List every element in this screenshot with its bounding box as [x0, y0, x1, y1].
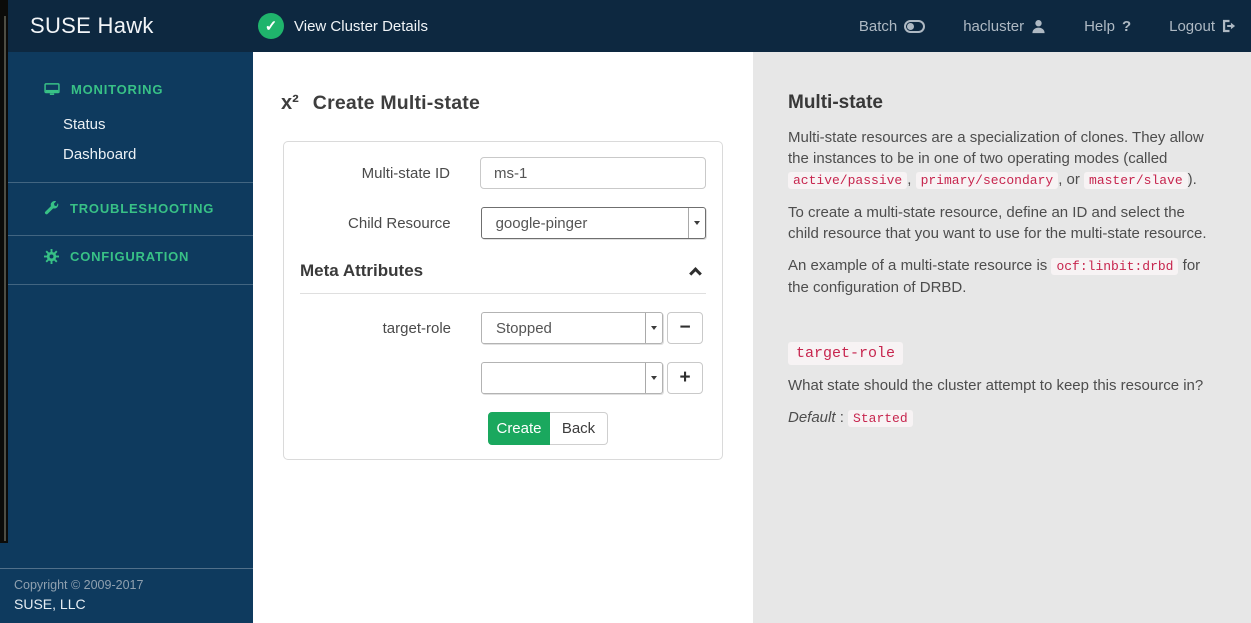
- cluster-status-check-icon: ✓: [258, 13, 284, 39]
- code-master-slave: master/slave: [1084, 172, 1188, 189]
- sidebar-monitoring-label: MONITORING: [71, 81, 164, 97]
- code-target-role: target-role: [788, 342, 904, 365]
- remove-attribute-button[interactable]: −: [667, 312, 703, 344]
- question-icon: ?: [1121, 17, 1132, 35]
- caret-down-icon: [651, 376, 657, 380]
- help-menu[interactable]: Help ?: [1084, 18, 1131, 35]
- target-role-label: target-role: [382, 319, 451, 337]
- code-active-passive: active/passive: [788, 172, 908, 189]
- create-button[interactable]: Create: [488, 412, 550, 445]
- gear-icon: [44, 248, 59, 264]
- child-resource-selected-value: google-pinger: [495, 214, 588, 232]
- hawk-app: SUSE Hawk ✓ View Cluster Details Batch h…: [0, 0, 1251, 623]
- batch-button[interactable]: Batch: [858, 17, 926, 35]
- help-panel: Multi-state Multi-state resources are a …: [753, 52, 1251, 623]
- default-label: Default: [788, 409, 836, 426]
- caret-down-icon: [651, 326, 657, 330]
- view-cluster-details-link[interactable]: ✓ View Cluster Details: [258, 13, 428, 39]
- create-multi-state-form: Multi-state ID Child Resource google-pin…: [283, 141, 723, 460]
- target-role-selected-value: Stopped: [496, 319, 552, 337]
- code-primary-secondary: primary/secondary: [915, 172, 1059, 189]
- help-text: , or: [1058, 171, 1085, 188]
- sidebar-configuration-label: CONFIGURATION: [70, 248, 190, 264]
- user-icon: [1032, 19, 1045, 33]
- help-paragraph-1: Multi-state resources are a specializati…: [788, 127, 1211, 191]
- help-label: Help: [1084, 17, 1115, 35]
- sidebar-section-monitoring[interactable]: MONITORING: [0, 79, 253, 99]
- target-role-help-block: target-role What state should the cluste…: [788, 342, 1211, 429]
- logout-label: Logout: [1169, 17, 1215, 35]
- default-line: Default : Started: [788, 407, 1211, 429]
- brand-logo: SUSE Hawk: [30, 13, 154, 38]
- multi-state-id-label: Multi-state ID: [361, 164, 450, 182]
- page-title-text: Create Multi-state: [312, 92, 481, 114]
- select-caret-box: [645, 363, 662, 393]
- sidebar: MONITORING Status Dashboard TROUBLESHOOT…: [0, 52, 253, 623]
- sidebar-item-status[interactable]: Status: [0, 115, 253, 135]
- form-actions: Create Back: [488, 412, 706, 445]
- batch-toggle-icon: [904, 19, 926, 33]
- child-resource-row: Child Resource google-pinger: [300, 207, 706, 239]
- copyright-text: Copyright © 2009-2017: [14, 578, 144, 592]
- code-started: Started: [848, 410, 913, 427]
- target-role-row: target-role Stopped −: [300, 312, 706, 344]
- meta-attributes-header[interactable]: Meta Attributes: [300, 257, 706, 294]
- sidebar-footer-divider: [0, 568, 253, 569]
- user-menu[interactable]: hacluster: [963, 18, 1046, 35]
- chevron-up-icon: [689, 266, 702, 280]
- default-separator: :: [835, 409, 849, 426]
- company-name: SUSE, LLC: [14, 596, 86, 612]
- child-resource-select[interactable]: google-pinger: [480, 207, 706, 239]
- new-attribute-row: +: [300, 362, 706, 394]
- multi-state-id-row: Multi-state ID: [300, 157, 706, 189]
- sign-out-icon: [1222, 19, 1236, 33]
- help-text: Multi-state resources are a specializati…: [788, 129, 1204, 167]
- meta-attributes-title: Meta Attributes: [300, 261, 424, 280]
- help-paragraph-2: To create a multi-state resource, define…: [788, 204, 1207, 242]
- help-paragraph-3: An example of a multi-state resource is …: [788, 255, 1211, 298]
- sidebar-divider: [0, 182, 253, 183]
- back-button[interactable]: Back: [550, 412, 608, 445]
- sidebar-divider: [0, 284, 253, 285]
- page-title: x² Create Multi-state: [281, 92, 753, 115]
- sidebar-section-troubleshooting[interactable]: TROUBLESHOOTING: [0, 198, 253, 218]
- multi-state-id-input[interactable]: [480, 157, 706, 189]
- multi-state-icon: x²: [281, 92, 299, 114]
- sidebar-divider: [0, 235, 253, 236]
- sidebar-troubleshooting-label: TROUBLESHOOTING: [70, 200, 215, 216]
- window-edge-scrollbar: [4, 16, 6, 541]
- select-caret-box: [688, 208, 705, 238]
- help-title: Multi-state: [788, 92, 883, 113]
- help-text: ).: [1187, 171, 1197, 188]
- logout-button[interactable]: Logout: [1169, 18, 1237, 35]
- new-attribute-select[interactable]: [481, 362, 663, 394]
- sidebar-item-dashboard[interactable]: Dashboard: [0, 145, 253, 165]
- target-role-description: What state should the cluster attempt to…: [788, 377, 1204, 394]
- child-resource-label: Child Resource: [348, 214, 451, 232]
- main-content: x² Create Multi-state Multi-state ID Chi…: [253, 52, 753, 623]
- view-cluster-details-label: View Cluster Details: [294, 17, 428, 35]
- caret-down-icon: [694, 221, 700, 225]
- code-ocf-linbit-drbd: ocf:linbit:drbd: [1051, 258, 1179, 275]
- help-text: ,: [907, 171, 916, 188]
- target-role-select[interactable]: Stopped: [481, 312, 663, 344]
- sidebar-section-configuration[interactable]: CONFIGURATION: [0, 246, 253, 266]
- username-label: hacluster: [963, 17, 1025, 35]
- header-nav: Batch hacluster Help ? Logout: [859, 0, 1237, 52]
- wrench-icon: [44, 200, 59, 214]
- batch-label: Batch: [858, 17, 898, 35]
- select-caret-box: [645, 313, 662, 343]
- window-edge-strip: [0, 0, 8, 543]
- top-bar: SUSE Hawk ✓ View Cluster Details Batch h…: [0, 0, 1251, 52]
- monitor-icon: [44, 82, 60, 95]
- add-attribute-button[interactable]: +: [667, 362, 703, 394]
- help-text: An example of a multi-state resource is: [788, 257, 1052, 274]
